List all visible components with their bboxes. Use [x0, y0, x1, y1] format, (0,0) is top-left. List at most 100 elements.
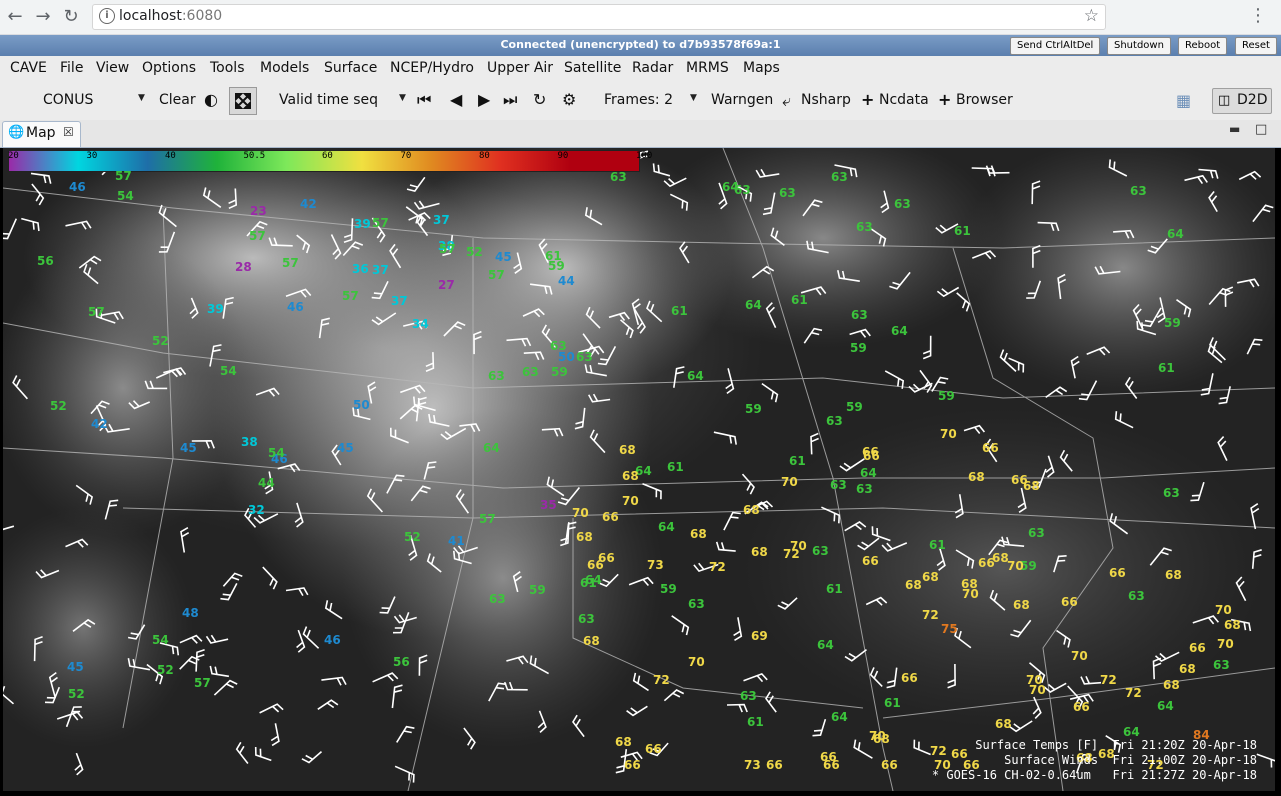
- forward-arrow-icon[interactable]: →: [32, 6, 54, 28]
- nsharp-icon[interactable]: ⤶: [782, 91, 791, 111]
- menu-view[interactable]: View: [96, 60, 129, 76]
- station-temp: 68: [583, 634, 600, 648]
- chevron-down-icon[interactable]: ▼: [690, 93, 697, 103]
- plus-icon[interactable]: +: [938, 90, 951, 109]
- tab-map[interactable]: 🌐 Map ☒: [2, 121, 81, 147]
- reset-button[interactable]: Reset: [1235, 37, 1277, 55]
- scale-selector[interactable]: CONUS: [43, 92, 93, 108]
- station-temp: 57: [479, 512, 496, 526]
- shutdown-button[interactable]: Shutdown: [1107, 37, 1171, 55]
- send-ctrlaltdel-button[interactable]: Send CtrlAltDel: [1010, 37, 1101, 55]
- url-text: localhost:6080: [119, 8, 222, 24]
- back-arrow-icon[interactable]: ←: [4, 6, 26, 28]
- info-icon[interactable]: i: [99, 8, 115, 24]
- station-temp: 42: [300, 197, 317, 211]
- station-temp: 64: [658, 520, 675, 534]
- browser-button[interactable]: Browser: [956, 92, 1013, 108]
- step-back-icon[interactable]: ◀: [450, 90, 462, 109]
- d2d-perspective-button[interactable]: ◫ D2D: [1212, 88, 1272, 114]
- station-temp: 69: [751, 629, 768, 643]
- legend-surface-temps: Surface Temps [F] Fri 21:20Z 20-Apr-18: [975, 738, 1257, 752]
- station-temp: 35: [540, 498, 557, 512]
- chevron-down-icon[interactable]: ▼: [138, 93, 145, 103]
- station-temp: 57: [249, 229, 266, 243]
- station-temp: 61: [1158, 361, 1175, 375]
- station-temp: 64: [1123, 725, 1140, 739]
- menu-maps[interactable]: Maps: [743, 60, 780, 76]
- menu-options[interactable]: Options: [142, 60, 196, 76]
- menu-mrms[interactable]: MRMS: [686, 60, 729, 76]
- cave-menubar: CAVE File View Options Tools Models Surf…: [0, 56, 1281, 83]
- station-temp: 52: [68, 687, 85, 701]
- station-temp: 61: [747, 715, 764, 729]
- station-temp: 61: [667, 460, 684, 474]
- menu-models[interactable]: Models: [260, 60, 309, 76]
- browser-toolbar: ← → ↻ i localhost:6080 ☆ ⋮: [0, 0, 1281, 35]
- reload-icon[interactable]: ↻: [60, 6, 82, 28]
- open-perspective-icon[interactable]: ▦: [1176, 91, 1191, 110]
- station-temp: 34: [412, 317, 429, 331]
- station-temp: 72: [1125, 686, 1142, 700]
- time-mode-selector[interactable]: Valid time seq: [279, 92, 378, 108]
- ncdata-button[interactable]: Ncdata: [879, 92, 929, 108]
- station-temp: 63: [856, 220, 873, 234]
- menu-surface[interactable]: Surface: [324, 60, 377, 76]
- station-temp: 63: [1130, 184, 1147, 198]
- step-forward-icon[interactable]: ▶: [478, 90, 490, 109]
- colorbar-tick: 90: [557, 151, 569, 161]
- station-temp: 66: [645, 742, 662, 756]
- clear-button[interactable]: Clear: [159, 92, 196, 108]
- menu-upper-air[interactable]: Upper Air: [487, 60, 553, 76]
- menu-radar[interactable]: Radar: [632, 60, 673, 76]
- browser-menu-icon[interactable]: ⋮: [1249, 5, 1267, 26]
- station-temp: 27: [438, 278, 455, 292]
- station-temp: 72: [1100, 673, 1117, 687]
- station-temp: 68: [743, 503, 760, 517]
- menu-file[interactable]: File: [60, 60, 83, 76]
- menu-cave[interactable]: CAVE: [10, 60, 47, 76]
- station-temp: 70: [1215, 603, 1232, 617]
- loop-icon[interactable]: ↻: [533, 90, 546, 109]
- frames-selector[interactable]: Frames: 2: [604, 92, 673, 108]
- station-temp: 63: [550, 339, 567, 353]
- menu-tools[interactable]: Tools: [210, 60, 245, 76]
- last-frame-icon[interactable]: ⏭: [503, 90, 517, 110]
- menu-satellite[interactable]: Satellite: [564, 60, 621, 76]
- contrast-icon[interactable]: ◐: [204, 90, 218, 109]
- station-temp: 57: [282, 256, 299, 270]
- station-temp: 57: [194, 676, 211, 690]
- close-icon[interactable]: ☒: [63, 125, 74, 139]
- colorbar-tick: 20: [8, 151, 19, 161]
- fullscreen-toggle-button[interactable]: [229, 87, 257, 115]
- warngen-button[interactable]: Warngen: [711, 92, 773, 108]
- first-frame-icon[interactable]: ⏮: [417, 90, 431, 110]
- address-bar[interactable]: i localhost:6080 ☆: [92, 4, 1106, 30]
- station-temp: 63: [578, 612, 595, 626]
- reboot-button[interactable]: Reboot: [1178, 37, 1228, 55]
- bookmark-star-icon[interactable]: ☆: [1084, 6, 1099, 26]
- gear-icon[interactable]: ⚙: [562, 90, 576, 109]
- station-temp: 63: [826, 414, 843, 428]
- station-temp: 52: [404, 530, 421, 544]
- station-temp: 63: [830, 478, 847, 492]
- station-temp: 63: [740, 689, 757, 703]
- station-temp: 64: [483, 441, 500, 455]
- station-temp: 57: [88, 305, 105, 319]
- nsharp-button[interactable]: Nsharp: [801, 92, 851, 108]
- map-display[interactable]: 20 30 40 50.5 60 70 80 90 100 63 57 46 45 50 48 37 37 38…: [3, 148, 1275, 791]
- station-temp: 36: [352, 262, 369, 276]
- station-temp: 57: [372, 216, 389, 230]
- menu-ncep-hydro[interactable]: NCEP/Hydro: [390, 60, 474, 76]
- station-temp: 68: [622, 469, 639, 483]
- station-temp: 59: [1164, 316, 1181, 330]
- station-temp: 44: [558, 274, 575, 288]
- minimize-icon[interactable]: ▬: [1229, 122, 1240, 136]
- chevron-down-icon[interactable]: ▼: [399, 93, 406, 103]
- station-temp: 70: [572, 506, 589, 520]
- plus-icon[interactable]: +: [861, 90, 874, 109]
- station-temp: 72: [922, 608, 939, 622]
- station-temp: 70: [781, 475, 798, 489]
- station-temp: 68: [1179, 662, 1196, 676]
- maximize-icon[interactable]: □: [1255, 122, 1267, 137]
- station-temp: 56: [393, 655, 410, 669]
